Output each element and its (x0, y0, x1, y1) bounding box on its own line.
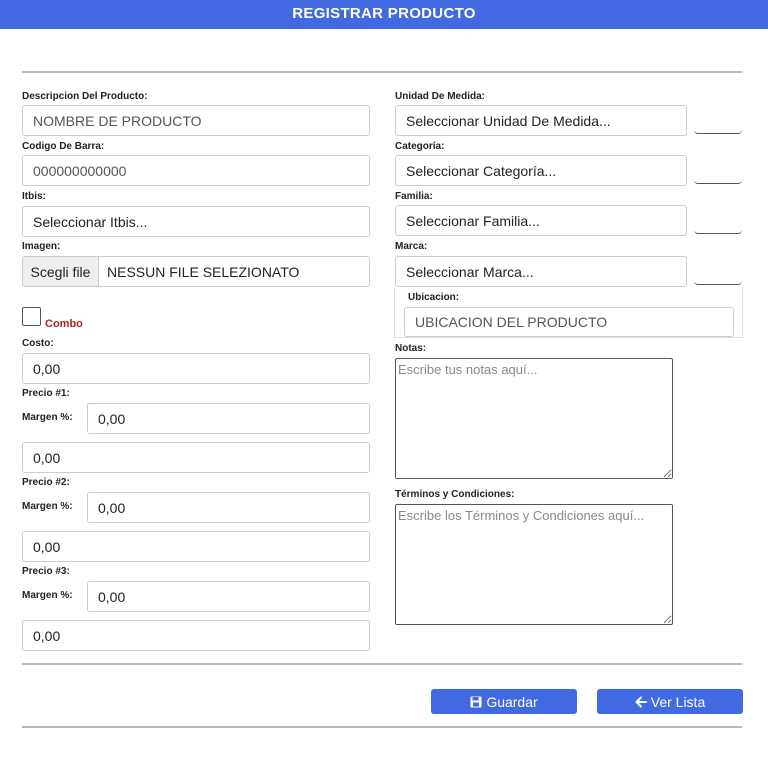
descripcion-label: Descripcion Del Producto: (22, 91, 148, 102)
add-familia-button[interactable] (694, 204, 742, 234)
familia-label: Familia: (395, 191, 433, 202)
precio3-input[interactable]: 0,00 (22, 620, 370, 651)
add-marca-button[interactable] (694, 255, 742, 285)
categoria-select[interactable]: Seleccionar Categoría... (395, 155, 687, 186)
codigo-barra-input[interactable]: 000000000000 (22, 155, 370, 186)
guardar-button[interactable]: Guardar (431, 689, 577, 714)
bottom-divider (22, 663, 742, 665)
margen3-input[interactable]: 0,00 (87, 581, 370, 612)
footer-divider (22, 726, 742, 728)
margen2-label: Margen %: (22, 501, 73, 512)
marca-label: Marca: (395, 241, 428, 252)
guardar-label: Guardar (486, 693, 538, 710)
familia-select[interactable]: Seleccionar Familia... (395, 205, 687, 236)
combo-checkbox[interactable] (22, 307, 41, 326)
terminos-textarea[interactable] (395, 504, 673, 625)
codigo-label: Codigo De Barra: (22, 141, 105, 152)
add-unidad-button[interactable] (694, 104, 742, 134)
precio2-input[interactable]: 0,00 (22, 531, 370, 562)
unidad-label: Unidad De Medida: (395, 91, 486, 102)
page-header: REGISTRAR PRODUCTO (0, 0, 768, 29)
margen3-label: Margen %: (22, 590, 73, 601)
margen1-input[interactable]: 0,00 (87, 403, 370, 434)
itbis-label: Itbis: (22, 191, 46, 202)
categoria-label: Categoría: (395, 141, 445, 152)
file-name-display: NESSUN FILE SELEZIONATO (98, 256, 370, 287)
descripcion-input[interactable]: NOMBRE DE PRODUCTO (22, 105, 370, 136)
combo-label: Combo (45, 318, 83, 330)
itbis-select[interactable]: Seleccionar Itbis... (22, 206, 370, 237)
precio3-label: Precio #3: (22, 566, 70, 577)
costo-label: Costo: (22, 338, 54, 349)
ubicacion-label: Ubicacion: (408, 292, 460, 303)
arrow-left-icon (635, 696, 647, 708)
unidad-medida-select[interactable]: Seleccionar Unidad De Medida... (395, 105, 687, 136)
precio1-label: Precio #1: (22, 388, 70, 399)
top-divider (22, 71, 742, 73)
page-title: REGISTRAR PRODUCTO (292, 5, 476, 22)
costo-input[interactable]: 0,00 (22, 353, 370, 384)
marca-select[interactable]: Seleccionar Marca... (395, 256, 687, 287)
precio1-input[interactable]: 0,00 (22, 442, 370, 473)
ver-lista-label: Ver Lista (650, 693, 706, 710)
precio2-label: Precio #2: (22, 477, 70, 488)
margen1-label: Margen %: (22, 412, 73, 423)
choose-file-button[interactable]: Scegli file (22, 256, 99, 287)
margen2-input[interactable]: 0,00 (87, 492, 370, 523)
add-categoria-button[interactable] (694, 154, 742, 184)
notas-label: Notas: (395, 343, 427, 354)
ver-lista-button[interactable]: Ver Lista (597, 689, 743, 714)
save-icon (470, 696, 482, 708)
imagen-label: Imagen: (22, 241, 61, 252)
ubicacion-input[interactable]: UBICACION DEL PRODUCTO (404, 307, 734, 337)
notas-textarea[interactable] (395, 358, 673, 479)
terminos-label: Términos y Condiciones: (395, 489, 515, 500)
